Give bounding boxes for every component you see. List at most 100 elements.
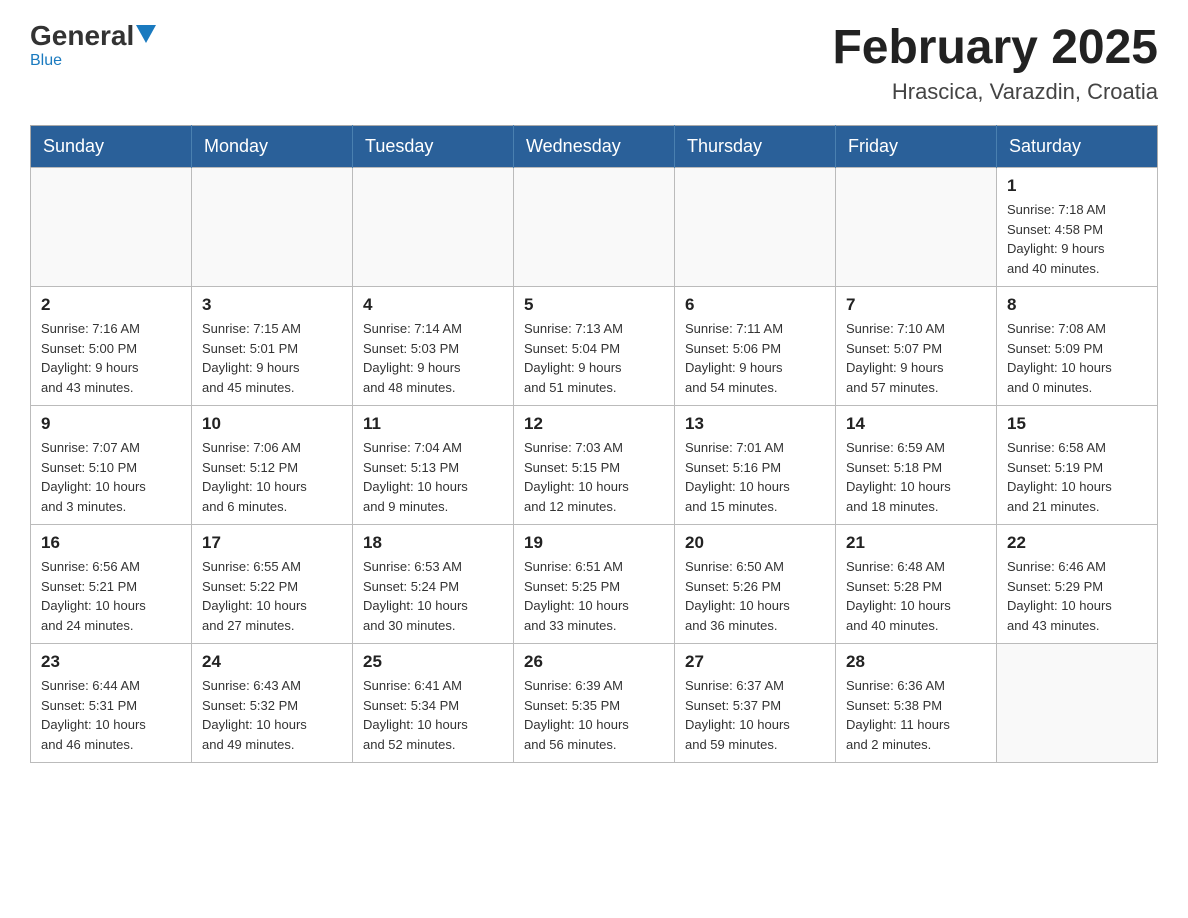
day-number: 20	[685, 533, 825, 553]
calendar-cell: 13 Sunrise: 7:01 AM Sunset: 5:16 PM Dayli…	[675, 406, 836, 525]
calendar-cell: 19 Sunrise: 6:51 AM Sunset: 5:25 PM Dayli…	[514, 525, 675, 644]
day-number: 27	[685, 652, 825, 672]
calendar-cell: 18 Sunrise: 6:53 AM Sunset: 5:24 PM Dayli…	[353, 525, 514, 644]
day-info: Sunrise: 6:43 AM Sunset: 5:32 PM Dayligh…	[202, 676, 342, 754]
calendar-cell: 11 Sunrise: 7:04 AM Sunset: 5:13 PM Dayli…	[353, 406, 514, 525]
day-info: Sunrise: 6:48 AM Sunset: 5:28 PM Dayligh…	[846, 557, 986, 635]
calendar-cell	[675, 168, 836, 287]
calendar-header-row: SundayMondayTuesdayWednesdayThursdayFrid…	[31, 126, 1158, 168]
day-number: 8	[1007, 295, 1147, 315]
day-number: 25	[363, 652, 503, 672]
day-info: Sunrise: 6:58 AM Sunset: 5:19 PM Dayligh…	[1007, 438, 1147, 516]
calendar-cell: 1 Sunrise: 7:18 AM Sunset: 4:58 PM Daylig…	[997, 168, 1158, 287]
day-of-week-monday: Monday	[192, 126, 353, 168]
day-info: Sunrise: 7:06 AM Sunset: 5:12 PM Dayligh…	[202, 438, 342, 516]
day-number: 26	[524, 652, 664, 672]
day-number: 17	[202, 533, 342, 553]
day-number: 12	[524, 414, 664, 434]
day-number: 23	[41, 652, 181, 672]
calendar-cell: 21 Sunrise: 6:48 AM Sunset: 5:28 PM Dayli…	[836, 525, 997, 644]
day-of-week-sunday: Sunday	[31, 126, 192, 168]
calendar-cell: 14Sunrise: 6:59 AM Sunset: 5:18 PM Dayli…	[836, 406, 997, 525]
title-section: February 2025 Hrascica, Varazdin, Croati…	[832, 20, 1158, 105]
calendar-cell: 10 Sunrise: 7:06 AM Sunset: 5:12 PM Dayli…	[192, 406, 353, 525]
day-number: 6	[685, 295, 825, 315]
location-text: Hrascica, Varazdin, Croatia	[832, 79, 1158, 105]
day-number: 2	[41, 295, 181, 315]
calendar-cell	[192, 168, 353, 287]
day-of-week-saturday: Saturday	[997, 126, 1158, 168]
calendar-cell: 27 Sunrise: 6:37 AM Sunset: 5:37 PM Dayli…	[675, 644, 836, 763]
day-info: Sunrise: 6:46 AM Sunset: 5:29 PM Dayligh…	[1007, 557, 1147, 635]
day-info: Sunrise: 6:39 AM Sunset: 5:35 PM Dayligh…	[524, 676, 664, 754]
day-of-week-tuesday: Tuesday	[353, 126, 514, 168]
calendar-cell: 12 Sunrise: 7:03 AM Sunset: 5:15 PM Dayli…	[514, 406, 675, 525]
calendar-cell: 2 Sunrise: 7:16 AM Sunset: 5:00 PM Daylig…	[31, 287, 192, 406]
calendar-cell: 22 Sunrise: 6:46 AM Sunset: 5:29 PM Dayli…	[997, 525, 1158, 644]
day-of-week-friday: Friday	[836, 126, 997, 168]
day-info: Sunrise: 7:04 AM Sunset: 5:13 PM Dayligh…	[363, 438, 503, 516]
day-number: 22	[1007, 533, 1147, 553]
calendar-cell: 28Sunrise: 6:36 AM Sunset: 5:38 PM Dayli…	[836, 644, 997, 763]
day-info: Sunrise: 6:56 AM Sunset: 5:21 PM Dayligh…	[41, 557, 181, 635]
logo-triangle-icon	[136, 25, 156, 43]
day-info: Sunrise: 6:36 AM Sunset: 5:38 PM Dayligh…	[846, 676, 986, 754]
calendar-cell: 9Sunrise: 7:07 AM Sunset: 5:10 PM Daylig…	[31, 406, 192, 525]
day-number: 13	[685, 414, 825, 434]
calendar-cell: 15Sunrise: 6:58 AM Sunset: 5:19 PM Dayli…	[997, 406, 1158, 525]
day-info: Sunrise: 7:13 AM Sunset: 5:04 PM Dayligh…	[524, 319, 664, 397]
day-info: Sunrise: 6:44 AM Sunset: 5:31 PM Dayligh…	[41, 676, 181, 754]
day-number: 4	[363, 295, 503, 315]
calendar-cell: 20 Sunrise: 6:50 AM Sunset: 5:26 PM Dayli…	[675, 525, 836, 644]
day-info: Sunrise: 7:18 AM Sunset: 4:58 PM Dayligh…	[1007, 200, 1147, 278]
logo-blue-text: Blue	[30, 52, 62, 70]
calendar-cell	[514, 168, 675, 287]
calendar-cell: 24 Sunrise: 6:43 AM Sunset: 5:32 PM Dayli…	[192, 644, 353, 763]
day-number: 1	[1007, 176, 1147, 196]
day-info: Sunrise: 6:55 AM Sunset: 5:22 PM Dayligh…	[202, 557, 342, 635]
calendar-cell: 16 Sunrise: 6:56 AM Sunset: 5:21 PM Dayli…	[31, 525, 192, 644]
calendar-cell	[836, 168, 997, 287]
week-row-1: 1 Sunrise: 7:18 AM Sunset: 4:58 PM Daylig…	[31, 168, 1158, 287]
logo-general-text: General	[30, 20, 134, 52]
logo: General Blue	[30, 20, 156, 70]
day-number: 24	[202, 652, 342, 672]
day-info: Sunrise: 7:14 AM Sunset: 5:03 PM Dayligh…	[363, 319, 503, 397]
calendar-cell: 3 Sunrise: 7:15 AM Sunset: 5:01 PM Daylig…	[192, 287, 353, 406]
day-number: 3	[202, 295, 342, 315]
day-number: 21	[846, 533, 986, 553]
day-info: Sunrise: 7:15 AM Sunset: 5:01 PM Dayligh…	[202, 319, 342, 397]
day-info: Sunrise: 7:10 AM Sunset: 5:07 PM Dayligh…	[846, 319, 986, 397]
day-of-week-wednesday: Wednesday	[514, 126, 675, 168]
day-info: Sunrise: 6:51 AM Sunset: 5:25 PM Dayligh…	[524, 557, 664, 635]
day-info: Sunrise: 6:41 AM Sunset: 5:34 PM Dayligh…	[363, 676, 503, 754]
day-info: Sunrise: 7:08 AM Sunset: 5:09 PM Dayligh…	[1007, 319, 1147, 397]
month-title: February 2025	[832, 20, 1158, 75]
day-info: Sunrise: 6:53 AM Sunset: 5:24 PM Dayligh…	[363, 557, 503, 635]
day-number: 7	[846, 295, 986, 315]
calendar-cell: 4 Sunrise: 7:14 AM Sunset: 5:03 PM Daylig…	[353, 287, 514, 406]
day-number: 5	[524, 295, 664, 315]
day-info: Sunrise: 7:01 AM Sunset: 5:16 PM Dayligh…	[685, 438, 825, 516]
day-number: 19	[524, 533, 664, 553]
calendar-cell	[997, 644, 1158, 763]
day-number: 18	[363, 533, 503, 553]
calendar-cell: 6Sunrise: 7:11 AM Sunset: 5:06 PM Daylig…	[675, 287, 836, 406]
page-header: General Blue February 2025 Hrascica, Var…	[30, 20, 1158, 105]
calendar-cell: 23 Sunrise: 6:44 AM Sunset: 5:31 PM Dayli…	[31, 644, 192, 763]
calendar-cell: 25 Sunrise: 6:41 AM Sunset: 5:34 PM Dayli…	[353, 644, 514, 763]
week-row-2: 2 Sunrise: 7:16 AM Sunset: 5:00 PM Daylig…	[31, 287, 1158, 406]
day-number: 10	[202, 414, 342, 434]
day-number: 11	[363, 414, 503, 434]
day-info: Sunrise: 6:59 AM Sunset: 5:18 PM Dayligh…	[846, 438, 986, 516]
week-row-5: 23 Sunrise: 6:44 AM Sunset: 5:31 PM Dayli…	[31, 644, 1158, 763]
week-row-4: 16 Sunrise: 6:56 AM Sunset: 5:21 PM Dayli…	[31, 525, 1158, 644]
day-number: 9	[41, 414, 181, 434]
day-info: Sunrise: 6:37 AM Sunset: 5:37 PM Dayligh…	[685, 676, 825, 754]
calendar-cell: 8 Sunrise: 7:08 AM Sunset: 5:09 PM Daylig…	[997, 287, 1158, 406]
day-number: 16	[41, 533, 181, 553]
day-info: Sunrise: 7:16 AM Sunset: 5:00 PM Dayligh…	[41, 319, 181, 397]
day-info: Sunrise: 6:50 AM Sunset: 5:26 PM Dayligh…	[685, 557, 825, 635]
day-info: Sunrise: 7:03 AM Sunset: 5:15 PM Dayligh…	[524, 438, 664, 516]
calendar-table: SundayMondayTuesdayWednesdayThursdayFrid…	[30, 125, 1158, 763]
